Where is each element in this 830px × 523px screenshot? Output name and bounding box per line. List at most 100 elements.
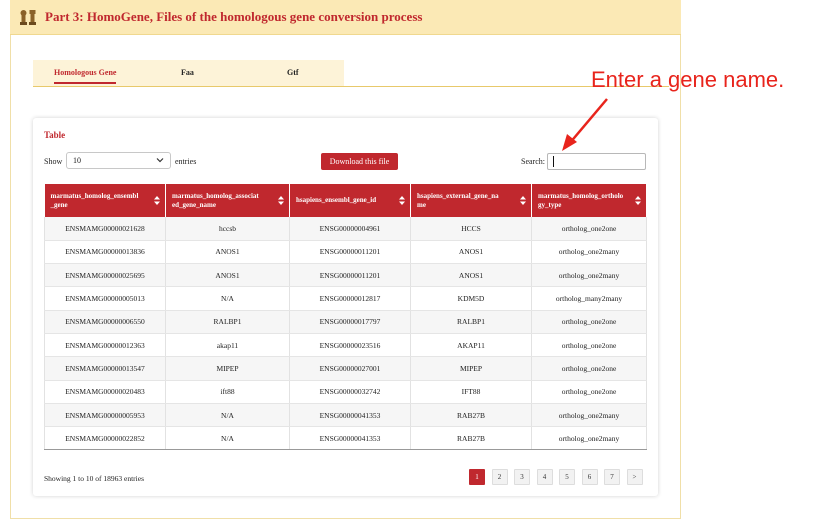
table-cell: ENSMAMG00000022852	[44, 426, 166, 451]
table-cell: hccsb	[165, 217, 290, 241]
tab-faa[interactable]: Faa	[181, 68, 194, 77]
table-cell: ENSG00000041353	[289, 403, 411, 428]
table-cell: ENSG00000011201	[289, 263, 411, 288]
page-size-select[interactable]: 10	[66, 152, 171, 169]
table-header-row: marmatus_homolog_ensembl _gene marmatus_h…	[44, 184, 647, 217]
table-cell: ENSMAMG00000025695	[44, 263, 166, 288]
table-row[interactable]: ENSMAMG00000005013 N/A ENSG00000012817 KDM5…	[44, 286, 647, 311]
page-button[interactable]: 2	[491, 469, 508, 485]
active-tab-indicator	[54, 82, 116, 84]
chess-pieces-icon	[20, 10, 36, 25]
sort-icon[interactable]	[278, 196, 284, 205]
table-cell: ortholog_one2many	[531, 426, 647, 451]
table-cell: ENSMAMG00000005953	[44, 403, 166, 428]
table-row[interactable]: ENSMAMG00000013547 MIPEP ENSG00000027001 MI…	[44, 356, 647, 381]
table-row[interactable]: ENSMAMG00000012363 akap11 ENSG00000023516 A…	[44, 333, 647, 358]
table-cell: AKAP11	[410, 333, 532, 358]
page-size-value: 10	[73, 156, 81, 165]
tab-divider	[33, 86, 669, 87]
table-cell: ortholog_one2one	[531, 310, 647, 334]
table-cell: ortholog_one2many	[531, 263, 647, 288]
column-header-label: marmatus_homolog_associat ed_gene_name	[172, 191, 259, 209]
table-row[interactable]: ENSMAMG00000005953 N/A ENSG00000041353 RAB2…	[44, 403, 647, 428]
column-header[interactable]: hsapiens_external_gene_na me	[410, 184, 532, 217]
table-cell: ENSG00000041353	[289, 426, 411, 451]
page-button[interactable]: 7	[604, 469, 620, 485]
table-cell: IFT88	[410, 380, 532, 404]
table-cell: ENSG00000032742	[289, 380, 411, 404]
column-header-label: marmatus_homolog_ortholo gy_type	[538, 191, 624, 209]
page-button[interactable]: 5	[559, 469, 575, 485]
table-cell: ANOS1	[165, 240, 290, 265]
table-cell: ortholog_one2one	[531, 333, 647, 358]
table-row[interactable]: ENSMAMG00000022852 N/A ENSG00000041353 RAB2…	[44, 426, 647, 451]
table-row[interactable]: ENSMAMG00000006550 RALBP1 ENSG00000017797 R…	[44, 310, 647, 334]
annotation-text: Enter a gene name.	[591, 67, 785, 92]
column-header[interactable]: marmatus_homolog_associat ed_gene_name	[165, 184, 290, 217]
next-page-button[interactable]: >	[626, 469, 643, 485]
table-cell: ENSG00000017797	[289, 310, 411, 334]
search-label: Search:	[521, 157, 545, 166]
column-header[interactable]: hsapiens_ensembl_gene_id	[289, 184, 411, 217]
table-cell: KDM5D	[410, 286, 532, 311]
column-header-label: marmatus_homolog_ensembl _gene	[50, 191, 139, 209]
table-cell: ENSG00000023516	[289, 333, 411, 358]
page-button[interactable]: 3	[514, 469, 530, 485]
column-header[interactable]: marmatus_homolog_ortholo gy_type	[531, 184, 647, 217]
table-cell: ortholog_one2one	[531, 356, 647, 381]
table-row[interactable]: ENSMAMG00000020483 ift88 ENSG00000032742 IF…	[44, 380, 647, 404]
table-cell: ANOS1	[410, 263, 532, 288]
data-table: marmatus_homolog_ensembl _gene marmatus_h…	[44, 184, 647, 451]
table-cell: RAB27B	[410, 426, 532, 451]
tab-gtf[interactable]: Gtf	[287, 68, 299, 77]
card-title: Table	[44, 130, 66, 140]
table-cell: ENSG00000012817	[289, 286, 411, 311]
table-cell: ENSMAMG00000013836	[44, 240, 166, 265]
page-button[interactable]: 1	[469, 469, 485, 485]
table-cell: N/A	[165, 426, 290, 451]
table-cell: ENSG00000027001	[289, 356, 411, 381]
table-row[interactable]: ENSMAMG00000013836 ANOS1 ENSG00000011201 AN…	[44, 240, 647, 265]
sort-icon[interactable]	[635, 196, 641, 205]
table-cell: ENSMAMG00000013547	[44, 356, 166, 381]
table-cell: ift88	[165, 380, 290, 404]
search-input[interactable]	[547, 153, 646, 170]
table-cell: ENSG00000011201	[289, 240, 411, 265]
entries-label: entries	[175, 157, 197, 166]
column-header-label: hsapiens_ensembl_gene_id	[296, 196, 377, 204]
table-cell: ortholog_one2many	[531, 240, 647, 265]
table-cell: N/A	[165, 286, 290, 311]
table-cell: ANOS1	[165, 263, 290, 288]
page-button[interactable]: 6	[581, 469, 598, 485]
tab-bar: Homologous Gene Faa Gtf	[33, 60, 344, 87]
page-title: Part 3: HomoGene, Files of the homologou…	[45, 9, 423, 24]
column-header-label: hsapiens_external_gene_na me	[417, 191, 499, 209]
table-cell: ortholog_one2many	[531, 403, 647, 428]
table-cell: ENSMAMG00000006550	[44, 310, 166, 334]
table-cell: N/A	[165, 403, 290, 428]
table-cell: ENSMAMG00000005013	[44, 286, 166, 311]
annotation-arrow-icon	[562, 98, 608, 151]
column-header[interactable]: marmatus_homolog_ensembl _gene	[44, 184, 166, 217]
sort-icon[interactable]	[520, 196, 526, 205]
page-button[interactable]: 4	[536, 469, 553, 485]
text-cursor	[553, 156, 554, 167]
table-row[interactable]: ENSMAMG00000025695 ANOS1 ENSG00000011201 AN…	[44, 263, 647, 288]
chevron-down-icon	[156, 158, 164, 163]
table-info: Showing 1 to 10 of 18963 entries	[44, 474, 144, 483]
table-cell: ENSMAMG00000021628	[44, 217, 166, 241]
table-cell: akap11	[165, 333, 290, 358]
table-cell: RALBP1	[165, 310, 290, 334]
table-card: Table Show 10 entries Download this file…	[33, 118, 658, 496]
table-cell: MIPEP	[165, 356, 290, 381]
download-button[interactable]: Download this file	[321, 153, 398, 170]
table-row[interactable]: ENSMAMG00000021628 hccsb ENSG00000004961 HC…	[44, 217, 647, 241]
sort-icon[interactable]	[399, 196, 405, 205]
table-cell: ENSMAMG00000012363	[44, 333, 166, 358]
tab-homologous-gene[interactable]: Homologous Gene	[54, 68, 116, 77]
sort-icon[interactable]	[154, 196, 160, 205]
table-cell: ENSG00000004961	[289, 217, 411, 241]
table-cell: ANOS1	[410, 240, 532, 265]
table-cell: ortholog_one2one	[531, 217, 647, 241]
table-cell: RAB27B	[410, 403, 532, 428]
